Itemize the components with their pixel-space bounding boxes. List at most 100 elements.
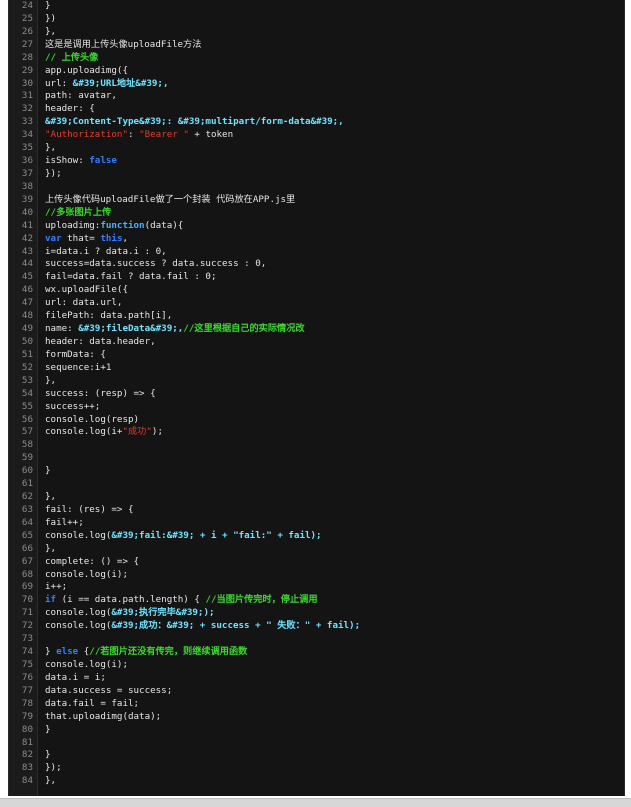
code-line: 79 that.uploadimg(data); [9, 711, 624, 724]
code-token: + token [188, 129, 234, 141]
code-token: uploadimg: [45, 219, 101, 231]
code-line: 48 filePath: data.path[i], [9, 310, 624, 323]
code-line: 26}, [9, 26, 624, 39]
code-token: } [45, 646, 57, 658]
code-text: var that= this, [45, 233, 128, 246]
code-token: } [45, 723, 51, 735]
line-number: 81 [21, 736, 33, 748]
code-line: 42 var that= this, [9, 233, 624, 246]
line-number: 26 [21, 25, 33, 37]
code-text: data.i = i; [45, 672, 106, 685]
code-line: 84}, [9, 775, 624, 788]
line-number: 36 [21, 155, 33, 167]
code-line: 77 data.success = success; [9, 685, 624, 698]
code-token: that= [61, 232, 101, 244]
code-token: filePath: data.path[i], [45, 310, 173, 322]
line-number: 29 [21, 64, 33, 76]
code-token: fail=data.fail ? data.fail : 0; [45, 271, 217, 283]
code-token: (data){ [144, 219, 184, 231]
code-token: path: avatar, [45, 90, 117, 102]
code-line: 38 [9, 181, 624, 194]
code-text: formData: { [45, 349, 106, 362]
code-text: path: avatar, [45, 90, 117, 103]
code-token: } [45, 749, 51, 761]
code-token: function [100, 219, 145, 231]
code-text: //多张图片上传 [45, 207, 111, 220]
code-line: 73 [9, 633, 624, 646]
code-line: 52 sequence:i+1 [9, 362, 624, 375]
code-line: 76 data.i = i; [9, 672, 624, 685]
code-text: url: &#39;URL地址&#39;, [45, 78, 169, 91]
code-token: }, [45, 542, 57, 554]
code-line: 81 [9, 737, 624, 750]
code-text: that.uploadimg(data); [45, 711, 161, 724]
code-line: 61 [9, 478, 624, 491]
code-text: header: { [45, 103, 95, 116]
code-text: uploadimg:function(data){ [45, 220, 183, 233]
code-line: 44 success=data.success ? data.success : … [9, 258, 624, 271]
code-token: }, [45, 491, 57, 503]
code-text: name: &#39;fileData&#39;,//这里根据自己的实际情况改 [45, 323, 305, 336]
code-token: &#39;fail:&#39; + i + "fail:" + fail); [111, 529, 322, 541]
code-text: fail++; [45, 517, 84, 530]
code-token: app.uploadimg({ [45, 64, 128, 76]
code-line: 55 success++; [9, 401, 624, 414]
line-number: 66 [21, 542, 33, 554]
line-number: 28 [21, 51, 33, 63]
code-token: wx.uploadFile({ [45, 284, 128, 296]
code-text: console.log(&#39;执行完毕&#39;); [45, 607, 215, 620]
code-text: console.log(&#39;成功：&#39; + success + " … [45, 620, 360, 633]
code-token: 这是是调用上传头像uploadFile方法 [45, 38, 202, 50]
code-token: complete: () => { [45, 555, 140, 567]
code-text: console.log(&#39;fail:&#39; + i + "fail:… [45, 530, 322, 543]
code-text: console.log(i); [45, 569, 128, 582]
line-number: 78 [21, 697, 33, 709]
code-token: , [122, 232, 129, 244]
code-line: 83}); [9, 762, 624, 775]
code-token: &#39;执行完毕&#39;); [111, 607, 215, 619]
code-token: &#39;Content-Type&#39;: &#39;multipart/f… [45, 116, 344, 128]
code-text: if (i == data.path.length) { //当图片传完时，停止… [45, 594, 318, 607]
code-token: //这里根据自己的实际情况改 [183, 323, 305, 335]
code-text: success++; [45, 401, 100, 414]
line-number: 56 [21, 413, 33, 425]
code-token: //若图片还没有传完，则继续调用函数 [89, 646, 248, 658]
code-token: i=data.i ? data.i : 0, [45, 245, 167, 257]
code-line: 71 console.log(&#39;执行完毕&#39;); [9, 607, 624, 620]
code-line: 56 console.log(resp) [9, 414, 624, 427]
code-token: false [89, 155, 117, 167]
line-number: 65 [21, 529, 33, 541]
code-text: console.log(i+"成功"); [45, 426, 163, 439]
code-token: isShow: [45, 155, 90, 167]
line-number: 84 [21, 775, 33, 787]
code-line: 29 app.uploadimg({ [9, 65, 624, 78]
code-text: }, [45, 375, 56, 388]
code-text: isShow: false [45, 155, 117, 168]
code-token: }) [45, 12, 57, 24]
code-token: }); [45, 762, 62, 774]
line-number: 24 [21, 0, 33, 11]
code-token: }, [45, 142, 57, 154]
code-token: console.log(resp) [45, 413, 140, 425]
code-line: 24} [9, 0, 624, 13]
code-token: console.log( [45, 607, 112, 619]
line-number: 42 [21, 232, 33, 244]
code-text: url: data.url, [45, 297, 122, 310]
code-editor: 24} 25}) 26}, 27 这是是调用上传头像uploadFile方法 28// 上… [8, 0, 625, 796]
code-line: 58 [9, 439, 624, 452]
line-number: 80 [21, 723, 33, 735]
line-number: 82 [21, 749, 33, 761]
line-number: 35 [21, 142, 33, 154]
code-token: else [56, 646, 79, 658]
code-token: fail++; [45, 516, 84, 528]
code-token: "成功" [122, 426, 152, 438]
code-token: sequence:i+1 [45, 361, 112, 373]
code-text: } [45, 724, 51, 737]
line-number: 67 [21, 555, 33, 567]
line-number: 54 [21, 387, 33, 399]
line-number: 48 [21, 310, 33, 322]
code-line: 78 data.fail = fail; [9, 698, 624, 711]
code-line: 65 console.log(&#39;fail:&#39; + i + "fai… [9, 530, 624, 543]
code-token: "Bearer " [139, 129, 189, 141]
code-line: 34 "Authorization": "Bearer " + token [9, 129, 624, 142]
